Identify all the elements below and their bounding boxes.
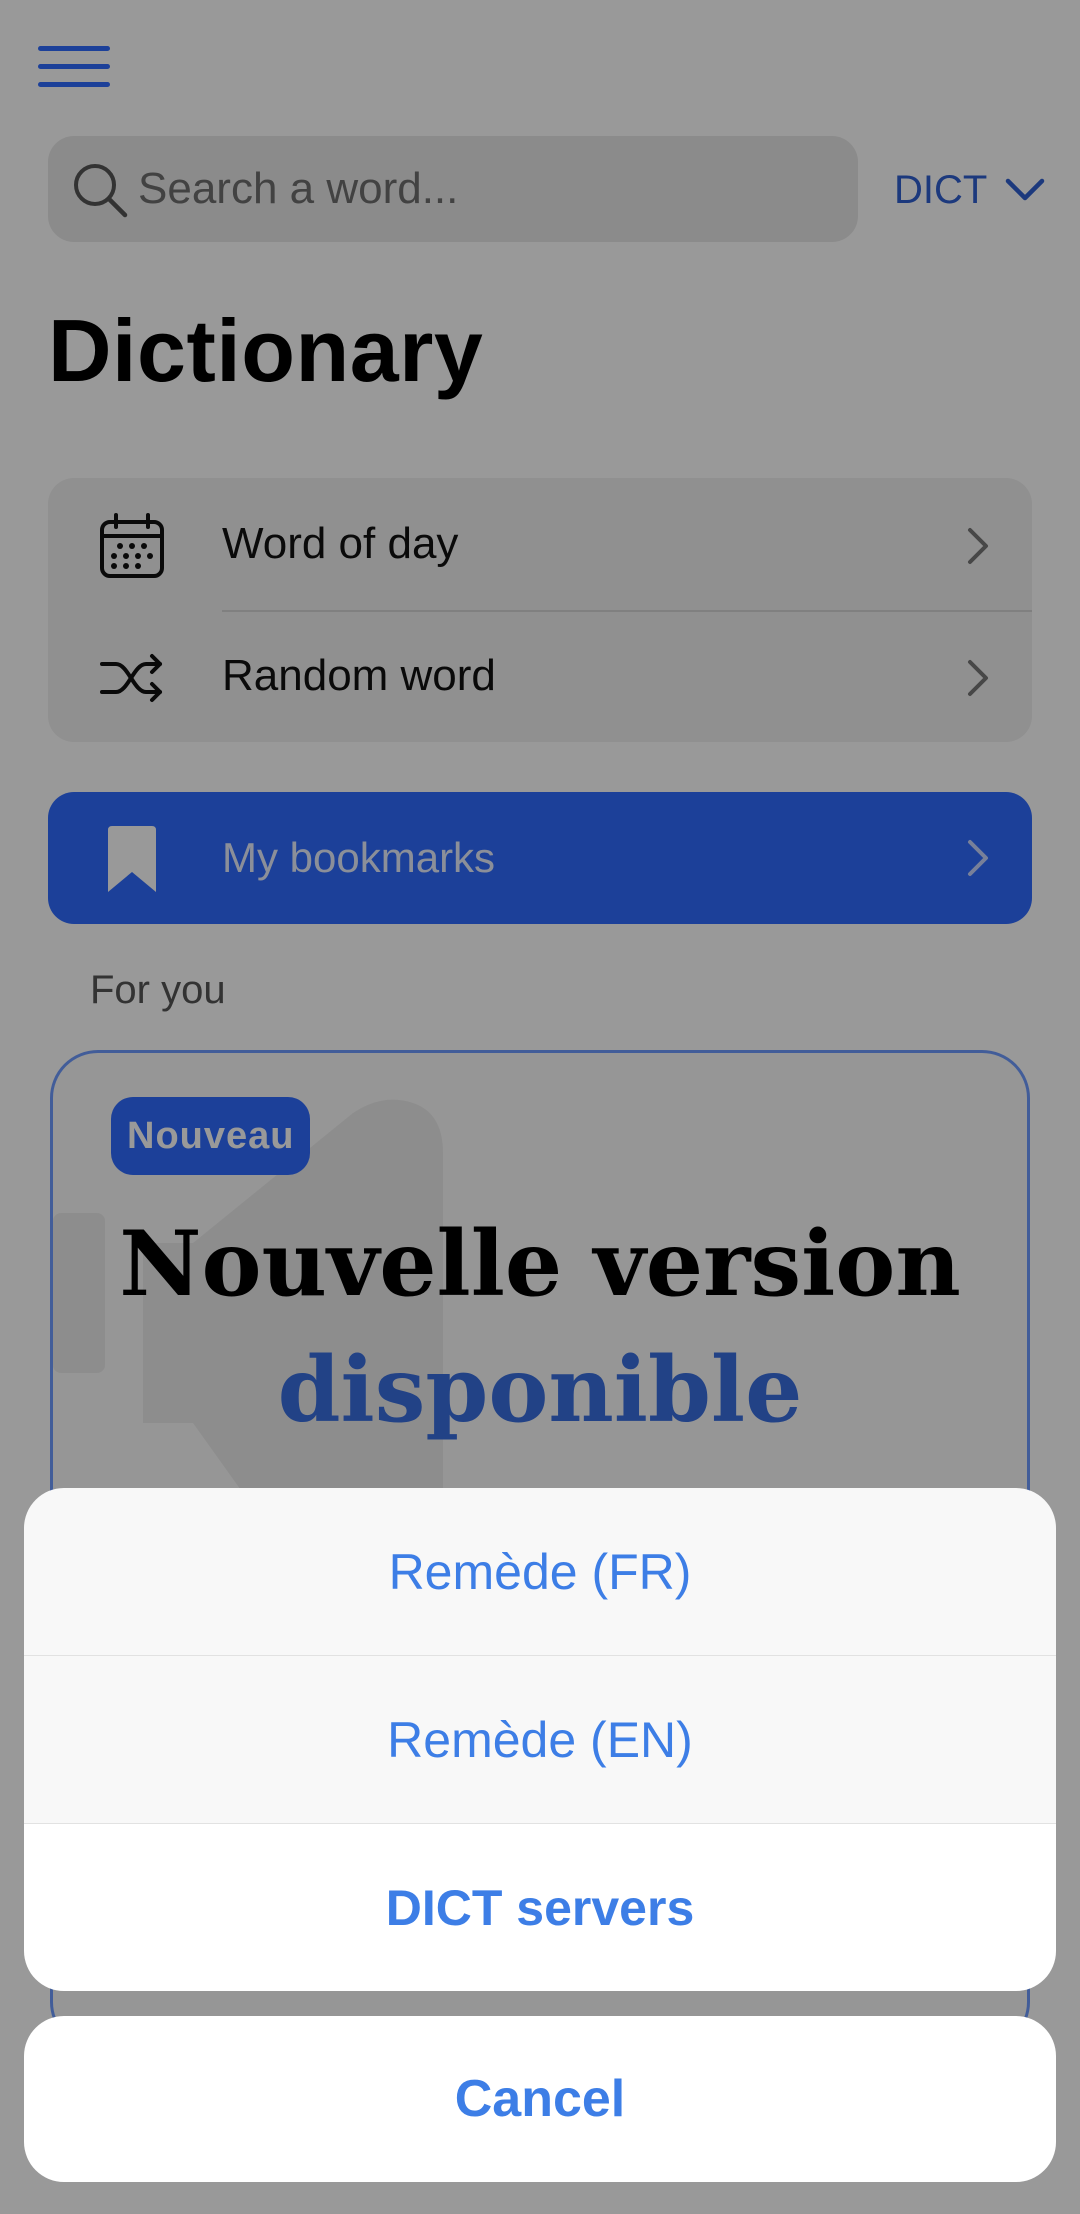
dictionary-action-sheet: Remède (FR) Remède (EN) DICT servers <box>24 1488 1056 1991</box>
option-remede-fr[interactable]: Remède (FR) <box>24 1488 1056 1656</box>
option-remede-en[interactable]: Remède (EN) <box>24 1656 1056 1824</box>
option-dict-servers[interactable]: DICT servers <box>24 1824 1056 1991</box>
cancel-button[interactable]: Cancel <box>24 2016 1056 2182</box>
